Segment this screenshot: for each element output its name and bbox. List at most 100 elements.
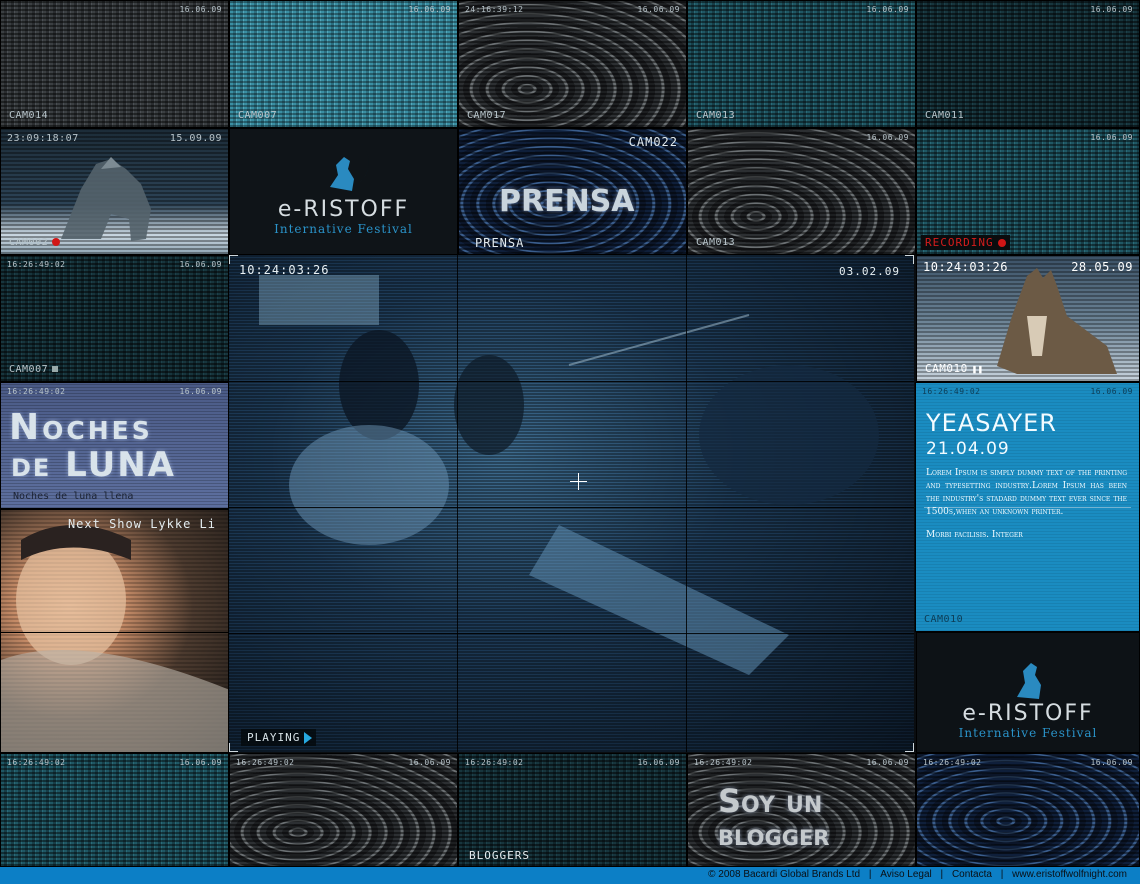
bloggers-label: BLOGGERS bbox=[469, 849, 530, 862]
aviso-legal-link[interactable]: Aviso Legal bbox=[880, 869, 932, 880]
cam-label-text: CAM007 bbox=[9, 364, 49, 375]
logo-name: e-RISTOFF bbox=[277, 197, 410, 222]
main-timecode: 10:24:03:26 bbox=[239, 263, 330, 277]
tile-date: 16.06.09 bbox=[179, 387, 222, 396]
tile-date: 16.06.09 bbox=[1090, 758, 1133, 767]
contacta-link[interactable]: Contacta bbox=[952, 869, 992, 880]
footer: © 2008 Bacardi Global Brands Ltd | Aviso… bbox=[0, 867, 1140, 884]
recording-label: RECORDING bbox=[925, 236, 994, 249]
soy-un-blogger-tile[interactable]: 16:26:49:02 16.06.09 Soy un blogger bbox=[687, 753, 916, 867]
grid-line bbox=[229, 507, 914, 508]
main-date: 03.02.09 bbox=[839, 265, 900, 278]
promo-title: YEASAYER bbox=[926, 409, 1057, 437]
tile-time: 16:26:49:02 bbox=[923, 758, 982, 767]
crosshair-icon bbox=[570, 473, 587, 490]
grid-line bbox=[229, 633, 914, 634]
tile-cam-label: CAM017 bbox=[467, 110, 507, 121]
footer-links: © 2008 Bacardi Global Brands Ltd | Aviso… bbox=[705, 869, 1130, 880]
eristoff-logo-tile[interactable]: e-RISTOFF Internative Festival bbox=[229, 128, 458, 255]
footer-separator: | bbox=[868, 869, 872, 880]
camera-tile-cam007[interactable]: 16.06.09 CAM007 bbox=[229, 0, 458, 128]
tile-cam-label: CAM022 bbox=[628, 135, 678, 149]
camera-tile-cam011[interactable]: 16.06.09 CAM011 bbox=[916, 0, 1140, 128]
footer-separator: | bbox=[940, 869, 944, 880]
blogger-line1: Soy un bbox=[718, 782, 823, 820]
tile-date: 16.06.09 bbox=[866, 5, 909, 14]
site-link[interactable]: www.eristoffwolfnight.com bbox=[1012, 869, 1127, 880]
playing-status[interactable]: PLAYING bbox=[241, 729, 317, 746]
stop-icon bbox=[52, 366, 59, 372]
next-show-caption: Next Show Lykke Li bbox=[67, 517, 216, 531]
tile-date: 16.06.09 bbox=[637, 758, 680, 767]
tile-time: 23:09:18:07 bbox=[7, 133, 79, 144]
tile-date: 28.05.09 bbox=[1071, 260, 1133, 274]
tile-cam-label: CAM002 bbox=[9, 237, 61, 248]
yeasayer-promo[interactable]: 16:26:49:02 16.06.09 YEASAYER 21.04.09 L… bbox=[915, 382, 1140, 632]
promo-paragraph-1: Lorem Ipsum is simply dummy text of the … bbox=[926, 468, 1127, 517]
eristoff-logo-tile-2[interactable]: e-RISTOFF Internative Festival bbox=[916, 632, 1140, 753]
tile-date: 16.06.09 bbox=[1090, 5, 1133, 14]
camera-wall: 16.06.09 CAM014 16.06.09 CAM007 24:16:39… bbox=[0, 0, 1140, 867]
camera-tile-cam013[interactable]: 16.06.09 CAM013 bbox=[687, 0, 916, 128]
recording-indicator: RECORDING bbox=[921, 235, 1010, 250]
tile-date: 16.06.09 bbox=[179, 758, 222, 767]
camera-tile-cam007b[interactable]: 16:26:49:02 16.06.09 CAM007 bbox=[0, 255, 229, 382]
tile-cam-label: CAM013 bbox=[696, 237, 736, 248]
grid-line bbox=[686, 255, 687, 752]
frame-corner bbox=[229, 255, 238, 264]
camera-tile-bottom-5[interactable]: 16:26:49:02 16.06.09 bbox=[916, 753, 1140, 867]
noches-line1: Noches bbox=[9, 407, 153, 448]
tile-cam-label: CAM010 ❚❚ bbox=[925, 362, 984, 375]
play-icon bbox=[304, 732, 313, 744]
promo-body: Lorem Ipsum is simply dummy text of the … bbox=[926, 467, 1127, 542]
grid-line bbox=[457, 255, 458, 752]
tile-cam-label: CAM011 bbox=[925, 110, 965, 121]
noches-de-luna-tile[interactable]: 16:26:49:02 16.06.09 Noches de LUNA Noch… bbox=[0, 382, 229, 509]
main-video-screen[interactable]: 10:24:03:26 03.02.09 PLAYING bbox=[229, 255, 914, 752]
camera-tile-cam014[interactable]: 16.06.09 CAM014 bbox=[0, 0, 229, 128]
wolf-moon-icon bbox=[328, 139, 369, 191]
tile-cam-label: CAM007 bbox=[238, 110, 278, 121]
tile-date: 16.06.09 bbox=[1090, 133, 1133, 142]
bloggers-tile[interactable]: 16:26:49:02 16.06.09 BLOGGERS bbox=[458, 753, 687, 867]
promo-date: 21.04.09 bbox=[926, 439, 1010, 459]
tile-time: 10:24:03:26 bbox=[923, 260, 1008, 274]
tile-date: 16.06.09 bbox=[179, 5, 222, 14]
cam-label-text: CAM010 bbox=[925, 362, 968, 375]
tile-divider bbox=[1, 632, 228, 633]
tile-date: 16.06.09 bbox=[179, 260, 222, 269]
promo-paragraph-2: Morbi facilisis. Integer bbox=[926, 530, 1023, 540]
logo-subtitle: Internative Festival bbox=[274, 222, 413, 236]
tile-time: 16:26:49:02 bbox=[7, 758, 66, 767]
promo-time: 16:26:49:02 bbox=[922, 387, 981, 396]
camera-tile-cam010[interactable]: 10:24:03:26 28.05.09 CAM010 ❚❚ bbox=[916, 255, 1140, 382]
camera-tile-cam013b[interactable]: 16.06.09 CAM013 bbox=[687, 128, 916, 255]
promo-cam-label: CAM010 bbox=[924, 614, 964, 625]
camera-tile-prensa[interactable]: CAM022 PRENSA PRENSA bbox=[458, 128, 687, 255]
frame-corner bbox=[229, 743, 238, 752]
grid-line bbox=[229, 381, 914, 382]
frame-corner bbox=[905, 743, 914, 752]
logo-subtitle: Internative Festival bbox=[958, 726, 1098, 740]
camera-tile-bottom-1[interactable]: 16:26:49:02 16.06.09 bbox=[0, 753, 229, 867]
camera-tile-cam017[interactable]: 24:16:39:12 16.06.09 CAM017 bbox=[458, 0, 687, 128]
tile-date: 15.09.09 bbox=[169, 133, 222, 144]
promo-date-top: 16.06.09 bbox=[1090, 387, 1133, 396]
tile-time: 24:16:39:12 bbox=[465, 5, 524, 14]
tile-date: 16.06.09 bbox=[866, 758, 909, 767]
tile-cam-label: CAM007 bbox=[9, 364, 59, 375]
pause-icon: ❚❚ bbox=[971, 365, 984, 375]
camera-tile-recording[interactable]: 16.06.09 RECORDING bbox=[916, 128, 1140, 255]
next-show-tile[interactable]: Next Show Lykke Li bbox=[0, 509, 229, 753]
tile-time: 16:26:49:02 bbox=[694, 758, 753, 767]
logo-name: e-RISTOFF bbox=[962, 701, 1094, 726]
noches-line2: de LUNA bbox=[11, 445, 176, 485]
band-image bbox=[259, 275, 879, 675]
tile-time: 16:26:49:02 bbox=[236, 758, 295, 767]
blogger-line2: blogger bbox=[718, 818, 830, 853]
noches-caption: Noches de luna llena bbox=[13, 491, 134, 502]
tile-date: 16.06.09 bbox=[408, 5, 451, 14]
tile-time: 16:26:49:02 bbox=[7, 260, 66, 269]
camera-tile-cam002[interactable]: 23:09:18:07 15.09.09 CAM002 bbox=[0, 128, 229, 255]
camera-tile-bottom-2[interactable]: 16:26:49:02 16.06.09 bbox=[229, 753, 458, 867]
